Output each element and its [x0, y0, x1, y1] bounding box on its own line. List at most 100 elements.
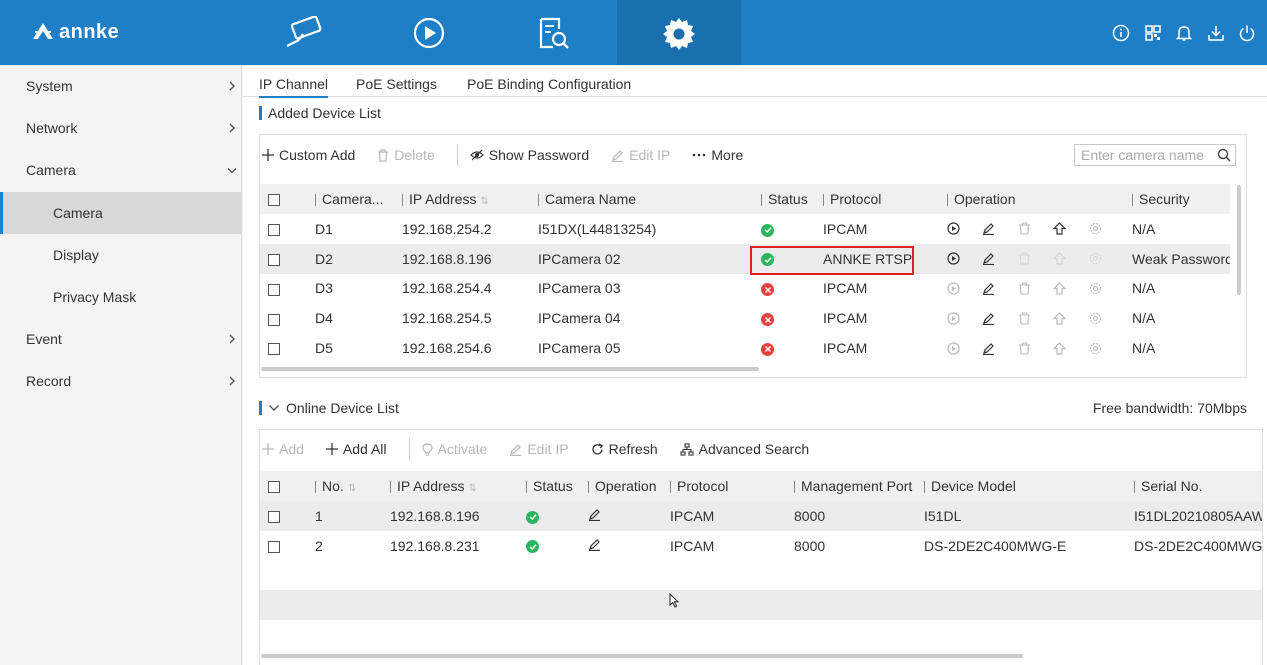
sidebar-subitem-privacy-mask[interactable]: Privacy Mask	[0, 276, 241, 318]
info-icon[interactable]	[1106, 21, 1138, 45]
column-header-serial-no[interactable]: Serial No.	[1126, 471, 1262, 501]
play-icon[interactable]	[947, 252, 982, 265]
upgrade-icon[interactable]	[1053, 222, 1088, 235]
show-password-button[interactable]: Show Password	[469, 147, 589, 163]
delete-button[interactable]: Delete	[377, 147, 435, 163]
add-all-button[interactable]: Add All	[325, 441, 387, 457]
table-row[interactable]: D1 192.168.254.2 I51DX(L44813254) IPCAM N/A	[260, 214, 1230, 244]
column-header-operation[interactable]: Operation	[939, 184, 1124, 214]
table-row[interactable]: D2 192.168.8.196 IPCamera 02 ANNKE RTSP Weak…	[260, 243, 1230, 274]
sidebar-item-system[interactable]: System	[0, 65, 241, 107]
column-header-protocol[interactable]: Protocol	[815, 184, 939, 214]
edit-icon[interactable]	[982, 252, 1017, 266]
activate-button[interactable]: Activate	[421, 441, 487, 457]
row-checkbox[interactable]	[260, 531, 307, 561]
column-header-ip-address[interactable]: IP Address ⇅	[382, 471, 518, 501]
sidebar-item-event[interactable]: Event	[0, 318, 241, 360]
download-icon[interactable]	[1200, 21, 1232, 45]
upgrade-icon[interactable]	[1053, 282, 1088, 295]
edit-icon[interactable]	[982, 222, 1017, 236]
search-placeholder: Enter camera name	[1081, 147, 1204, 163]
column-header-no[interactable]: No. ⇅	[307, 471, 382, 501]
tab-poe-settings[interactable]: PoE Settings	[356, 76, 437, 92]
horizontal-scrollbar[interactable]	[261, 654, 1023, 658]
edit-icon[interactable]	[982, 312, 1017, 325]
advanced-search-label: Advanced Search	[698, 441, 810, 457]
column-header-device-model[interactable]: Device Model	[916, 471, 1126, 501]
table-row[interactable]: D5 192.168.254.6 IPCamera 05 IPCAM N/A	[260, 333, 1230, 363]
tab-poe-binding-configuration[interactable]: PoE Binding Configuration	[467, 76, 631, 92]
column-header-status[interactable]: Status	[518, 471, 580, 501]
edit-ip-button[interactable]: Edit IP	[611, 147, 670, 163]
advanced-search-button[interactable]: Advanced Search	[680, 441, 810, 457]
upgrade-icon[interactable]	[1053, 341, 1088, 355]
custom-add-button[interactable]: Custom Add	[262, 147, 355, 163]
add-button[interactable]: Add	[262, 441, 304, 457]
select-all-checkbox[interactable]	[260, 471, 307, 501]
sidebar-subitem-camera[interactable]: Camera	[0, 191, 241, 234]
plus-icon	[325, 443, 338, 455]
settings-icon[interactable]	[1089, 342, 1124, 355]
row-checkbox[interactable]	[260, 274, 307, 304]
edit-icon[interactable]	[982, 342, 1017, 355]
edit-icon[interactable]	[588, 538, 601, 554]
select-all-checkbox[interactable]	[260, 184, 307, 214]
camera-name-search-input[interactable]: Enter camera name	[1074, 144, 1236, 166]
column-header-camera-no[interactable]: Camera...	[307, 184, 394, 214]
row-checkbox[interactable]	[260, 243, 307, 274]
more-button[interactable]: More	[692, 147, 743, 163]
power-icon[interactable]	[1232, 21, 1264, 45]
row-checkbox[interactable]	[260, 214, 307, 244]
live-view-nav-button[interactable]	[243, 0, 367, 65]
search-nav-button[interactable]	[491, 0, 615, 65]
edit-icon[interactable]	[588, 508, 601, 524]
play-icon[interactable]	[947, 222, 982, 235]
trash-icon[interactable]	[1018, 252, 1053, 265]
sidebar-item-network[interactable]: Network	[0, 107, 241, 149]
online-device-list-title[interactable]: Online Device List	[259, 400, 399, 416]
bell-icon[interactable]	[1169, 21, 1201, 45]
column-header-status[interactable]: Status	[753, 184, 815, 214]
qr-code-icon[interactable]	[1137, 21, 1169, 45]
row-checkbox[interactable]	[260, 333, 307, 363]
column-header-management-port[interactable]: Management Port	[786, 471, 916, 501]
settings-icon[interactable]	[1089, 252, 1124, 265]
sidebar-item-record[interactable]: Record	[0, 360, 241, 402]
row-checkbox[interactable]	[260, 501, 307, 531]
row-checkbox[interactable]	[260, 303, 307, 333]
settings-icon[interactable]	[1089, 282, 1124, 295]
upgrade-icon[interactable]	[1053, 311, 1088, 325]
tab-ip-channel[interactable]: IP Channel	[259, 76, 329, 98]
column-header-camera-name[interactable]: Camera Name	[530, 184, 753, 214]
table-row[interactable]: 1 192.168.8.196 IPCAM 8000 I51DL I51DL2021080…	[260, 501, 1262, 531]
cell-operation	[939, 243, 1124, 274]
edit-icon[interactable]	[982, 282, 1017, 295]
play-icon[interactable]	[947, 282, 982, 295]
horizontal-scrollbar[interactable]	[261, 367, 759, 371]
trash-icon[interactable]	[1018, 282, 1053, 295]
play-icon[interactable]	[947, 341, 982, 355]
column-header-security[interactable]: Security	[1124, 184, 1230, 214]
configuration-nav-button[interactable]	[617, 0, 741, 65]
sidebar-item-camera[interactable]: Camera	[0, 149, 241, 191]
column-header-protocol[interactable]: Protocol	[662, 471, 786, 501]
settings-icon[interactable]	[1089, 222, 1124, 235]
online-edit-ip-button[interactable]: Edit IP	[509, 441, 569, 457]
free-bandwidth-text: Free bandwidth: 70Mbps	[1092, 400, 1247, 416]
table-row[interactable]: 2 192.168.8.231 IPCAM 8000 DS-2DE2C400MWG-E D…	[260, 531, 1262, 561]
sidebar-subitem-display[interactable]: Display	[0, 234, 241, 276]
column-header-operation[interactable]: Operation	[580, 471, 662, 501]
settings-icon[interactable]	[1089, 312, 1124, 325]
table-row[interactable]: D4 192.168.254.5 IPCamera 04 IPCAM N/A	[260, 303, 1230, 333]
vertical-scrollbar[interactable]	[1237, 185, 1241, 295]
upgrade-icon[interactable]	[1053, 252, 1088, 265]
trash-icon[interactable]	[1018, 312, 1053, 325]
playback-nav-button[interactable]	[367, 0, 491, 65]
refresh-button[interactable]: Refresh	[591, 441, 658, 457]
table-row[interactable]: D3 192.168.254.4 IPCamera 03 IPCAM N/A	[260, 274, 1230, 304]
cell-camera-name: IPCamera 03	[538, 280, 621, 297]
column-header-ip-address[interactable]: IP Address ⇅	[394, 184, 530, 214]
trash-icon[interactable]	[1018, 342, 1053, 355]
play-icon[interactable]	[947, 312, 982, 325]
trash-icon[interactable]	[1018, 222, 1053, 235]
